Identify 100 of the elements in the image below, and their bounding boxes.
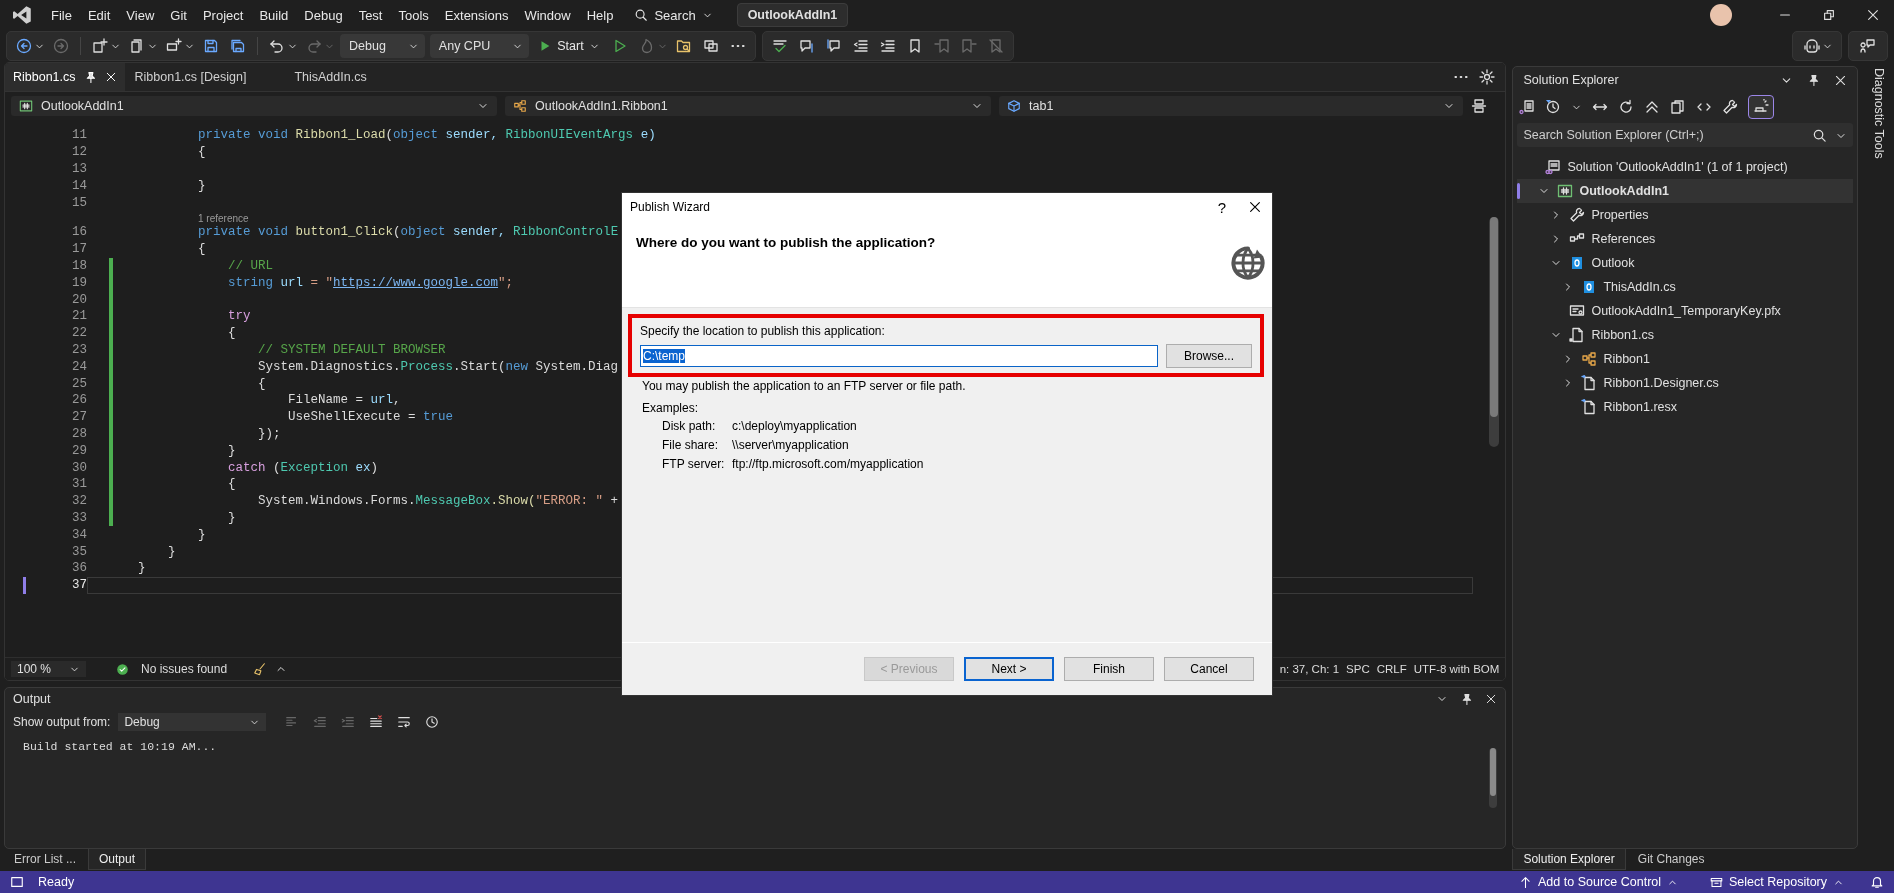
file-stack-icon[interactable]: [129, 38, 145, 54]
clear-all-icon[interactable]: [369, 715, 384, 729]
document-tab[interactable]: ThisAddIn.cs: [286, 63, 393, 91]
type-dropdown[interactable]: OutlookAddIn1.Ribbon1: [505, 96, 991, 116]
tree-item[interactable]: OutlookAddIn1_TemporaryKey.pfx: [1517, 299, 1854, 323]
zoom-dropdown[interactable]: 100 %: [11, 661, 87, 677]
close-icon[interactable]: [1866, 8, 1880, 22]
word-wrap-icon[interactable]: [397, 715, 412, 729]
avatar[interactable]: [1710, 4, 1732, 26]
feedback-icon[interactable]: [1860, 38, 1876, 54]
refresh-icon[interactable]: [1618, 99, 1635, 115]
tree-item[interactable]: Ribbon1: [1517, 347, 1854, 371]
menu-item[interactable]: Project: [195, 4, 251, 26]
scrollbar[interactable]: [1489, 217, 1500, 447]
side-tab[interactable]: Diagnostic Tools: [1872, 68, 1886, 168]
menu-item[interactable]: Extensions: [437, 4, 516, 26]
comment-icon[interactable]: [798, 38, 815, 54]
document-tab[interactable]: Ribbon1.cs: [5, 63, 125, 91]
bell-icon[interactable]: [1870, 875, 1884, 889]
scrollbar[interactable]: [1489, 748, 1498, 808]
browse-button[interactable]: Browse...: [1166, 344, 1252, 368]
wrench-icon[interactable]: [1722, 99, 1739, 115]
project-dropdown[interactable]: OutlookAddIn1: [11, 96, 497, 116]
repository-button[interactable]: Select Repository: [1704, 874, 1850, 890]
cursor-position[interactable]: n: 37, Ch: 1: [1279, 663, 1340, 675]
whitespace-mode[interactable]: SPC: [1346, 663, 1370, 675]
clock-icon[interactable]: [425, 715, 440, 729]
panel-tab[interactable]: Error List ...: [4, 849, 86, 869]
save-icon[interactable]: [203, 38, 219, 54]
panel-tab[interactable]: Output: [88, 849, 147, 870]
menu-item[interactable]: Tools: [391, 4, 436, 26]
close-icon[interactable]: [1485, 693, 1498, 705]
save-all-icon[interactable]: [230, 38, 246, 54]
tree-item[interactable]: Ribbon1.cs: [1517, 323, 1854, 347]
uncomment-icon[interactable]: [825, 38, 842, 54]
settings-icon[interactable]: [1479, 69, 1496, 85]
windows-icon[interactable]: [702, 38, 719, 54]
panel-tab[interactable]: Solution Explorer: [1512, 849, 1626, 870]
issues-status[interactable]: No issues found: [137, 662, 232, 676]
undo-icon[interactable]: [269, 38, 285, 54]
wizard-button[interactable]: Finish: [1064, 657, 1154, 681]
menu-item[interactable]: File: [44, 4, 79, 26]
tree-item[interactable]: References: [1517, 227, 1854, 251]
tree-item[interactable]: Ribbon1.resx: [1517, 395, 1854, 419]
wizard-button[interactable]: Next >: [964, 657, 1054, 681]
add-item-icon[interactable]: [166, 38, 182, 54]
folder-search-icon[interactable]: [675, 38, 692, 54]
pin-icon[interactable]: [1807, 73, 1821, 87]
close-icon[interactable]: [104, 71, 117, 83]
toggle-button[interactable]: [1748, 95, 1775, 119]
split-view-icon[interactable]: [1471, 98, 1487, 114]
menu-item[interactable]: Help: [579, 4, 621, 26]
search-button[interactable]: Search: [626, 4, 721, 26]
menu-item[interactable]: View: [119, 4, 162, 26]
start-button[interactable]: Start: [534, 39, 604, 53]
back-arrow-icon[interactable]: [16, 38, 32, 54]
history-icon[interactable]: [1545, 99, 1562, 115]
outdent-icon[interactable]: [852, 38, 869, 54]
location-field[interactable]: C:\temp: [640, 345, 1158, 367]
class-icon: [513, 99, 527, 113]
tree-item[interactable]: Outlook: [1517, 251, 1854, 275]
search-icon[interactable]: [1812, 128, 1828, 143]
new-project-icon[interactable]: [92, 38, 108, 54]
tree-item[interactable]: ThisAddIn.cs: [1517, 275, 1854, 299]
switch-views-icon[interactable]: [1519, 99, 1536, 115]
close-icon[interactable]: [1834, 73, 1848, 87]
tree-item[interactable]: Properties: [1517, 203, 1854, 227]
platform-dropdown[interactable]: Any CPU: [429, 34, 530, 58]
spell-check-icon[interactable]: [771, 38, 788, 54]
help-button[interactable]: ?: [1203, 198, 1240, 216]
robot-icon[interactable]: [1804, 38, 1820, 54]
wizard-button[interactable]: Cancel: [1164, 657, 1254, 681]
line-number: 23: [71, 342, 87, 357]
search-field[interactable]: Search Solution Explorer (Ctrl+;): [1517, 123, 1854, 147]
certificate-icon: [1569, 303, 1586, 319]
document-tab[interactable]: Ribbon1.cs [Design]: [126, 63, 255, 91]
menu-item[interactable]: Window: [517, 4, 578, 26]
member-dropdown[interactable]: tab1: [999, 96, 1463, 116]
close-icon[interactable]: [1248, 200, 1262, 214]
broom-icon[interactable]: [253, 662, 268, 676]
tree-item[interactable]: Ribbon1.Designer.cs: [1517, 371, 1854, 395]
line-endings[interactable]: CRLF: [1376, 663, 1407, 675]
menu-item[interactable]: Test: [351, 4, 390, 26]
tree-item[interactable]: OutlookAddIn1: [1517, 179, 1854, 203]
file-encoding[interactable]: UTF-8 with BOM: [1413, 663, 1500, 675]
menu-item[interactable]: Edit: [80, 4, 118, 26]
output-source-dropdown[interactable]: Debug: [118, 713, 267, 731]
copy-icon[interactable]: [1670, 99, 1687, 115]
source-control-button[interactable]: Add to Source Control: [1513, 874, 1685, 890]
url-link[interactable]: https://www.google.com: [333, 275, 499, 290]
menu-item[interactable]: Debug: [297, 4, 350, 26]
menu-item[interactable]: Git: [163, 4, 194, 26]
reference-count-link[interactable]: 1 reference: [198, 213, 249, 224]
panel-tab[interactable]: Git Changes: [1627, 849, 1715, 869]
restore-icon[interactable]: [1822, 8, 1836, 22]
indent-icon[interactable]: [879, 38, 896, 54]
menu-item[interactable]: Build: [252, 4, 296, 26]
tree-item[interactable]: Solution 'OutlookAddIn1' (1 of 1 project): [1517, 155, 1854, 179]
pin-icon[interactable]: [1460, 692, 1474, 706]
configuration-dropdown[interactable]: Debug: [340, 34, 425, 58]
